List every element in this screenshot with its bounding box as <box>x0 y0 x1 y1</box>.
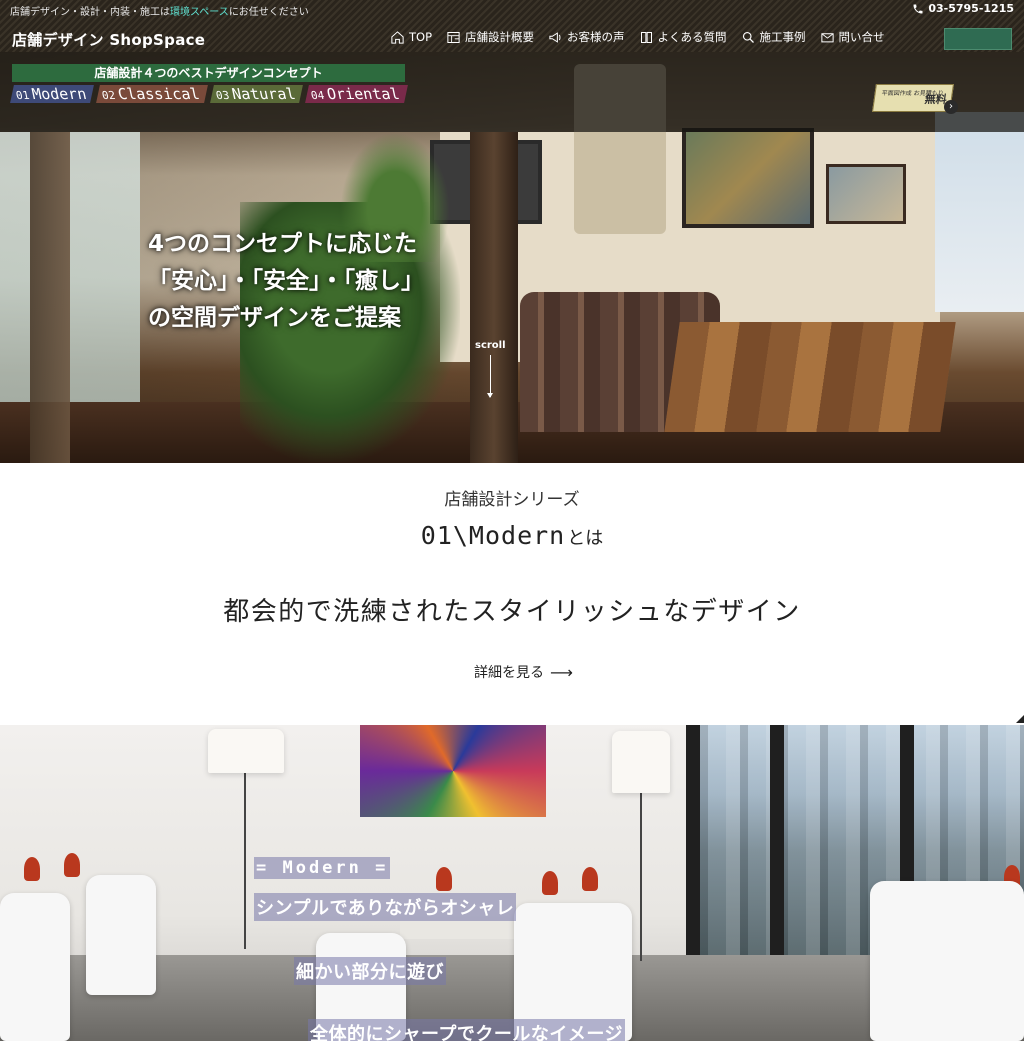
nav-item-design-overview[interactable]: 店舗設計概要 <box>446 29 534 45</box>
tab-label: Natural <box>230 85 298 103</box>
blueprint-icon <box>447 31 460 43</box>
phone-number[interactable]: 03-5795-1215 <box>912 2 1014 15</box>
tagline-text-suffix: にお任せください <box>228 7 309 18</box>
hero-headline-line: の空間デザインをご提案 <box>148 305 401 331</box>
chevron-right-icon[interactable]: › <box>944 100 958 114</box>
hero-window-right <box>935 112 1024 312</box>
tab-number: 03 <box>214 89 231 102</box>
mail-icon <box>820 32 834 42</box>
search-icon <box>742 31 754 43</box>
tagline-company-name[interactable]: 環境スペース <box>170 7 229 18</box>
site-logo[interactable]: 店舗デザイン ShopSpace <box>12 29 205 50</box>
tab-label: Classical <box>116 85 202 103</box>
modern-caption-line: シンプルでありながらオシャレ <box>254 893 517 921</box>
megaphone-icon <box>549 31 561 43</box>
nav-item-contact[interactable]: 問い合せ <box>820 29 885 45</box>
tab-oriental[interactable]: 04Oriental <box>305 85 408 103</box>
tab-label: Modern <box>30 85 89 103</box>
free-estimate-badge[interactable]: 平面図作成 お見積もり 無料 <box>872 84 954 112</box>
view-details-label: 詳細を見る <box>474 665 544 681</box>
tagline-text: 店舗デザイン・設計・内装・施工は <box>10 7 170 18</box>
hero-headline-line: 「安心」・「安全」・「癒し」 <box>148 268 424 294</box>
hero-window-left <box>0 132 140 432</box>
header-cta-button[interactable] <box>944 28 1012 50</box>
nav-label: 問い合せ <box>838 30 885 44</box>
hero-headline-line: 4つのコンセプトに応じた <box>148 231 418 257</box>
modern-caption-heading: = Modern = <box>254 857 391 879</box>
hero-pillar <box>470 132 518 463</box>
series-description: 都会的で洗練されたスタイリッシュなデザイン <box>223 597 801 627</box>
home-icon <box>391 30 404 44</box>
series-title: 01\Modern とは <box>0 521 1024 550</box>
concept-band: 店舗設計４つのベストデザインコンセプト 01Modern 02Classical… <box>0 52 1024 132</box>
nav-label: TOP <box>409 30 433 44</box>
hero-wooden-table <box>664 322 956 432</box>
series-title-suffix: とは <box>567 528 604 549</box>
book-icon <box>640 31 652 43</box>
nav-item-testimonials[interactable]: お客様の声 <box>548 29 625 45</box>
tab-natural[interactable]: 03Natural <box>210 85 304 103</box>
corner-decoration <box>1016 715 1024 723</box>
arrow-right-icon: ⟶ <box>550 662 573 682</box>
tab-modern[interactable]: 01Modern <box>10 85 95 103</box>
series-intro: 店舗設計シリーズ 01\Modern とは 都会的で洗練されたスタイリッシュなデザ… <box>0 463 1024 725</box>
nav-item-top[interactable]: TOP <box>390 29 432 45</box>
phone-icon <box>913 4 923 13</box>
modern-caption: = Modern = シンプルでありながらオシャレ 細かい部分に遊び 全体的にシ… <box>0 725 1024 1041</box>
tab-number: 04 <box>310 89 327 102</box>
nav-item-case-studies[interactable]: 施工事例 <box>741 29 806 45</box>
tab-classical[interactable]: 02Classical <box>96 85 208 103</box>
nav-item-faq[interactable]: よくある質問 <box>639 29 727 45</box>
hero-section: 店舗設計４つのベストデザインコンセプト 01Modern 02Classical… <box>0 52 1024 463</box>
nav-label: よくある質問 <box>657 30 727 44</box>
modern-caption-line: 細かい部分に遊び <box>294 957 446 985</box>
nav-label: 施工事例 <box>759 30 806 44</box>
hero-pillar <box>30 132 70 463</box>
phone-text: 03-5795-1215 <box>928 2 1014 15</box>
site-header: 店舗デザイン・設計・内装・施工は環境スペースにお任せください 03-5795-1… <box>0 0 1024 52</box>
modern-showcase: = Modern = シンプルでありながらオシャレ 細かい部分に遊び 全体的にシ… <box>0 725 1024 1041</box>
scroll-label: scroll <box>475 340 506 351</box>
view-details-link[interactable]: 詳細を見る ⟶ <box>474 662 573 682</box>
nav-label: 店舗設計概要 <box>465 30 535 44</box>
series-title-name: 01\Modern <box>420 521 566 550</box>
tab-label: Oriental <box>325 85 402 103</box>
hero-headline: 4つのコンセプトに応じた 「安心」・「安全」・「癒し」 の空間デザインをご提案 <box>148 226 424 337</box>
concept-title: 店舗設計４つのベストデザインコンセプト <box>12 64 405 82</box>
header-tagline: 店舗デザイン・設計・内装・施工は環境スペースにお任せください <box>10 3 309 18</box>
tab-number: 01 <box>14 89 31 102</box>
series-label: 店舗設計シリーズ <box>444 490 580 510</box>
nav-label: お客様の声 <box>567 30 625 44</box>
wall-picture <box>826 164 906 224</box>
modern-caption-line: 全体的にシャープでクールなイメージ <box>308 1019 626 1041</box>
arrow-down-icon <box>486 355 493 398</box>
concept-tabs: 01Modern 02Classical 03Natural 04Orienta… <box>10 85 408 103</box>
tab-number: 02 <box>101 89 118 102</box>
main-nav: TOP 店舗設計概要 お客様の声 よくある質問 施工事例 問い合せ <box>390 29 885 45</box>
scroll-indicator[interactable]: scroll <box>475 340 506 398</box>
wall-painting <box>682 128 814 228</box>
